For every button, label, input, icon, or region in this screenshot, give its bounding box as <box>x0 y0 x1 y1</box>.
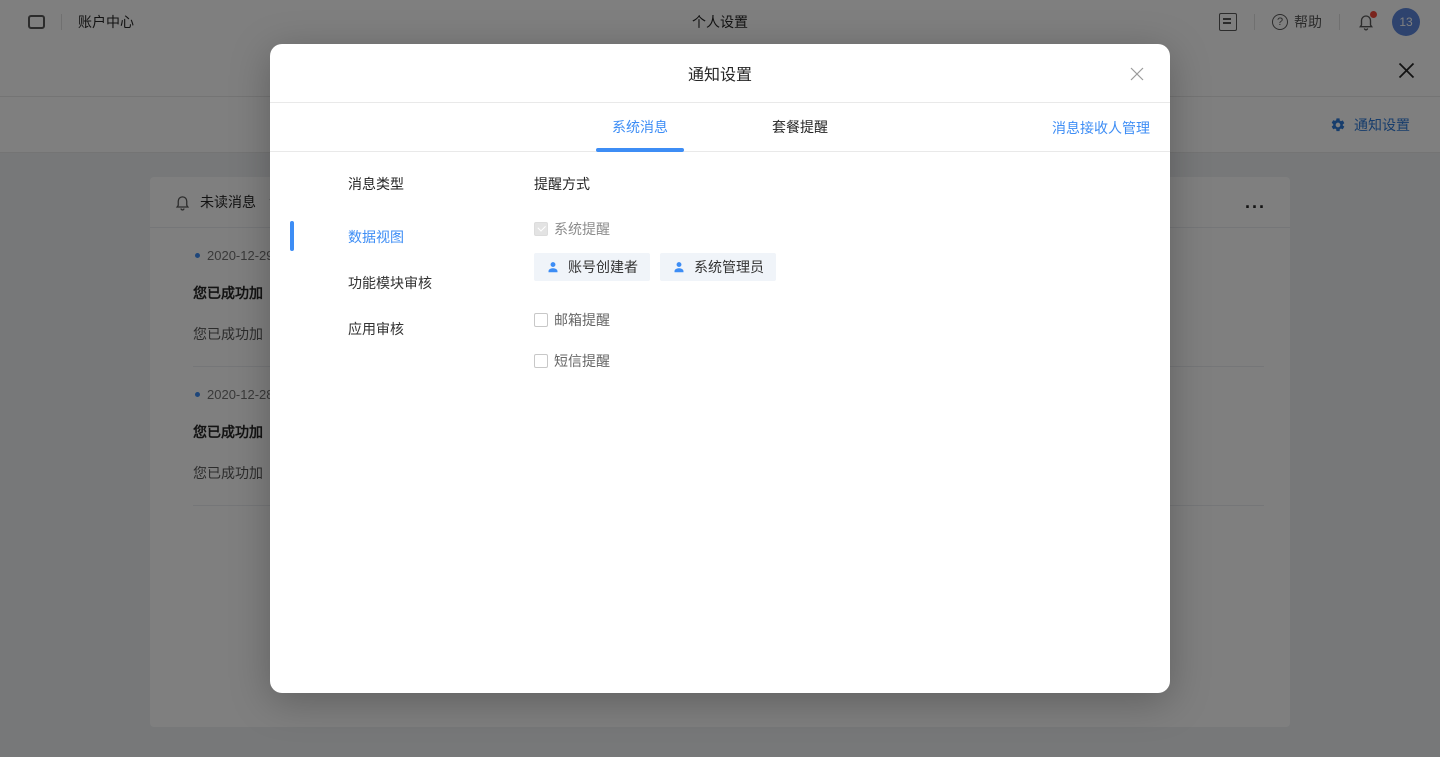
checkbox-label: 邮箱提醒 <box>554 310 610 330</box>
tab-plan-reminders[interactable]: 套餐提醒 <box>756 103 844 152</box>
sms-reminder-row: 短信提醒 <box>534 351 610 371</box>
user-icon <box>546 260 560 274</box>
email-reminder-checkbox[interactable] <box>534 313 548 327</box>
tab-label: 系统消息 <box>612 117 668 137</box>
recipient-tag[interactable]: 系统管理员 <box>660 253 776 281</box>
recipient-management-link[interactable]: 消息接收人管理 <box>1052 103 1150 152</box>
email-reminder-row: 邮箱提醒 <box>534 310 610 330</box>
menu-item-module-review[interactable]: 功能模块审核 <box>348 273 432 293</box>
checkbox-label: 短信提醒 <box>554 351 610 371</box>
modal-header: 通知设置 <box>270 44 1170 103</box>
recipient-tag-label: 账号创建者 <box>568 257 638 277</box>
close-icon[interactable] <box>1128 65 1146 83</box>
modal-body: 消息类型 数据视图 功能模块审核 应用审核 提醒方式 系统提醒 账号创建者 <box>270 152 1170 693</box>
system-reminder-row: 系统提醒 <box>534 219 610 239</box>
recipient-tags: 账号创建者 系统管理员 <box>534 253 776 281</box>
recipient-tag[interactable]: 账号创建者 <box>534 253 650 281</box>
reminder-method-header: 提醒方式 <box>534 174 590 194</box>
modal-title: 通知设置 <box>688 61 752 85</box>
notification-settings-modal: 通知设置 系统消息 套餐提醒 消息接收人管理 消息类型 数据视图 功能模块审核 … <box>270 44 1170 693</box>
active-menu-indicator <box>290 221 294 251</box>
message-type-header: 消息类型 <box>348 174 404 194</box>
sms-reminder-checkbox[interactable] <box>534 354 548 368</box>
screen: 账户中心 个人设置 ? 帮助 13 <box>0 0 1440 757</box>
tab-label: 套餐提醒 <box>772 117 828 137</box>
menu-item-data-view[interactable]: 数据视图 <box>348 227 404 247</box>
tab-system-messages[interactable]: 系统消息 <box>596 103 684 152</box>
system-reminder-checkbox[interactable] <box>534 222 548 236</box>
menu-item-app-review[interactable]: 应用审核 <box>348 319 404 339</box>
modal-tabbar: 系统消息 套餐提醒 消息接收人管理 <box>270 103 1170 152</box>
checkbox-label: 系统提醒 <box>554 219 610 239</box>
user-icon <box>672 260 686 274</box>
recipient-tag-label: 系统管理员 <box>694 257 764 277</box>
